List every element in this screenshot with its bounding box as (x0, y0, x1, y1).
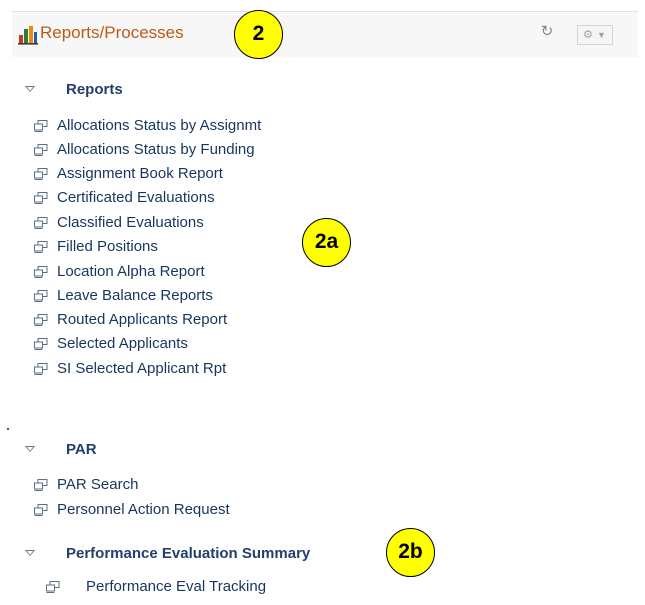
report-link[interactable]: Allocations Status by Funding (57, 141, 255, 158)
report-link-icon (34, 266, 48, 278)
report-link[interactable]: Classified Evaluations (57, 214, 204, 231)
stray-dot (7, 428, 9, 430)
report-link[interactable]: Certificated Evaluations (57, 189, 215, 206)
report-link[interactable]: Routed Applicants Report (57, 311, 227, 328)
chevron-down-icon: ▼ (597, 30, 606, 40)
report-link[interactable]: SI Selected Applicant Rpt (57, 360, 226, 377)
report-link-icon (34, 217, 48, 229)
report-link[interactable]: Leave Balance Reports (57, 287, 213, 304)
gear-icon: ⚙ (583, 29, 593, 41)
report-link-icon (34, 144, 48, 156)
report-link[interactable]: Assignment Book Report (57, 165, 223, 182)
report-link-icon (46, 581, 60, 593)
report-link-icon (34, 363, 48, 375)
report-link-icon (34, 479, 48, 491)
report-link-icon (34, 338, 48, 350)
report-link[interactable]: Selected Applicants (57, 335, 188, 352)
callout-2: 2 (234, 10, 283, 59)
report-link-icon (34, 120, 48, 132)
report-link-icon (34, 314, 48, 326)
section-par[interactable]: PAR (22, 441, 222, 461)
report-link[interactable]: Filled Positions (57, 238, 158, 255)
section-performance-evaluation[interactable]: Performance Evaluation Summary (22, 545, 372, 565)
callout-2b: 2b (386, 528, 435, 577)
section-label: Reports (66, 81, 123, 98)
report-link-icon (34, 192, 48, 204)
section-label: PAR (66, 441, 97, 458)
callout-2a: 2a (302, 218, 351, 267)
report-link-icon (34, 504, 48, 516)
report-link[interactable]: Performance Eval Tracking (86, 578, 266, 595)
report-link[interactable]: Personnel Action Request (57, 501, 230, 518)
refresh-icon[interactable]: ↻ (539, 24, 555, 40)
collapse-triangle-icon[interactable] (25, 86, 35, 92)
pagelet-title[interactable]: Reports/Processes (40, 23, 184, 43)
collapse-triangle-icon[interactable] (25, 550, 35, 556)
report-link-icon (34, 168, 48, 180)
bar-chart-icon (18, 26, 38, 45)
section-reports[interactable]: Reports (22, 81, 222, 101)
pagelet-header: Reports/Processes ↻ ⚙ ▼ (12, 11, 638, 57)
report-link[interactable]: Allocations Status by Assignmt (57, 117, 261, 134)
report-link-icon (34, 241, 48, 253)
report-link-icon (34, 290, 48, 302)
settings-menu-button[interactable]: ⚙ ▼ (577, 25, 613, 45)
collapse-triangle-icon[interactable] (25, 446, 35, 452)
report-link[interactable]: Location Alpha Report (57, 263, 205, 280)
section-label: Performance Evaluation Summary (66, 545, 311, 562)
report-link[interactable]: PAR Search (57, 476, 138, 493)
